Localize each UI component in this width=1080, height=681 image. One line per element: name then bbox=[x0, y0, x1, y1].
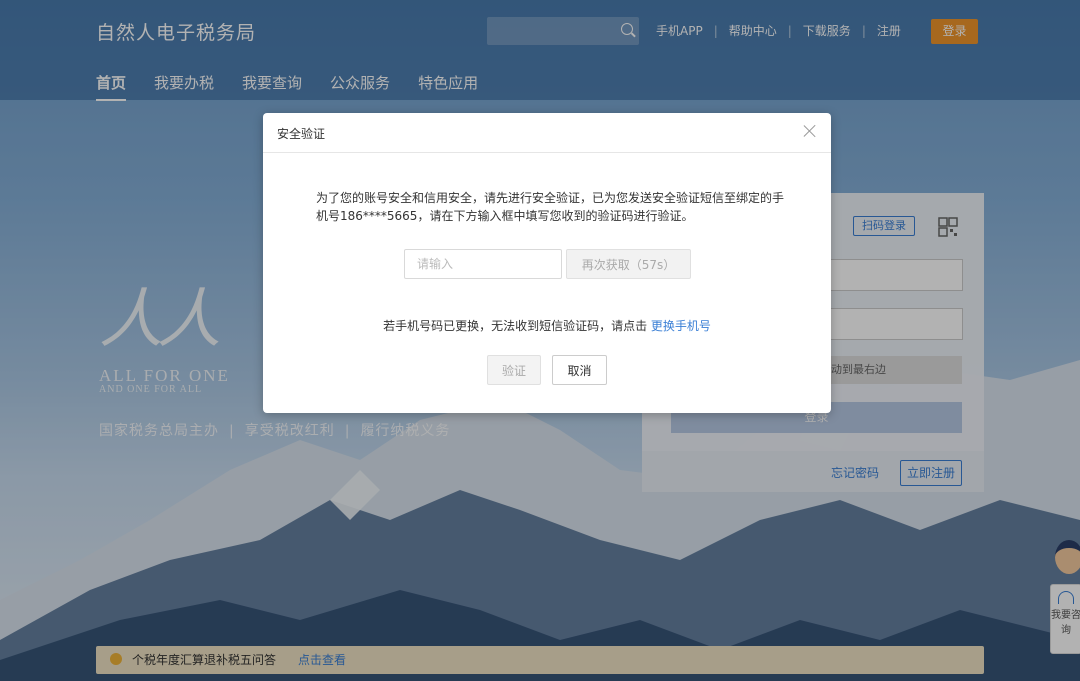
change-phone-hint: 若手机号码已更换，无法收到短信验证码，请点击 更换手机号 bbox=[263, 317, 831, 334]
resend-code-button[interactable]: 再次获取（57s） bbox=[566, 249, 691, 279]
change-phone-text: 若手机号码已更换，无法收到短信验证码，请点击 bbox=[383, 319, 648, 333]
change-phone-link[interactable]: 更换手机号 bbox=[651, 319, 711, 333]
dialog-message: 为了您的账号安全和信用安全，请先进行安全验证，已为您发送安全验证短信至绑定的手机… bbox=[316, 191, 785, 223]
cancel-button[interactable]: 取消 bbox=[552, 355, 607, 385]
close-icon[interactable] bbox=[803, 124, 817, 138]
verify-button[interactable]: 验证 bbox=[487, 355, 541, 385]
security-verification-dialog: 安全验证 为了您的账号安全和信用安全，请先进行安全验证，已为您发送安全验证短信至… bbox=[263, 113, 831, 413]
dialog-header: 安全验证 bbox=[263, 113, 831, 153]
dialog-title: 安全验证 bbox=[277, 127, 326, 141]
verification-code-input[interactable] bbox=[404, 249, 562, 279]
